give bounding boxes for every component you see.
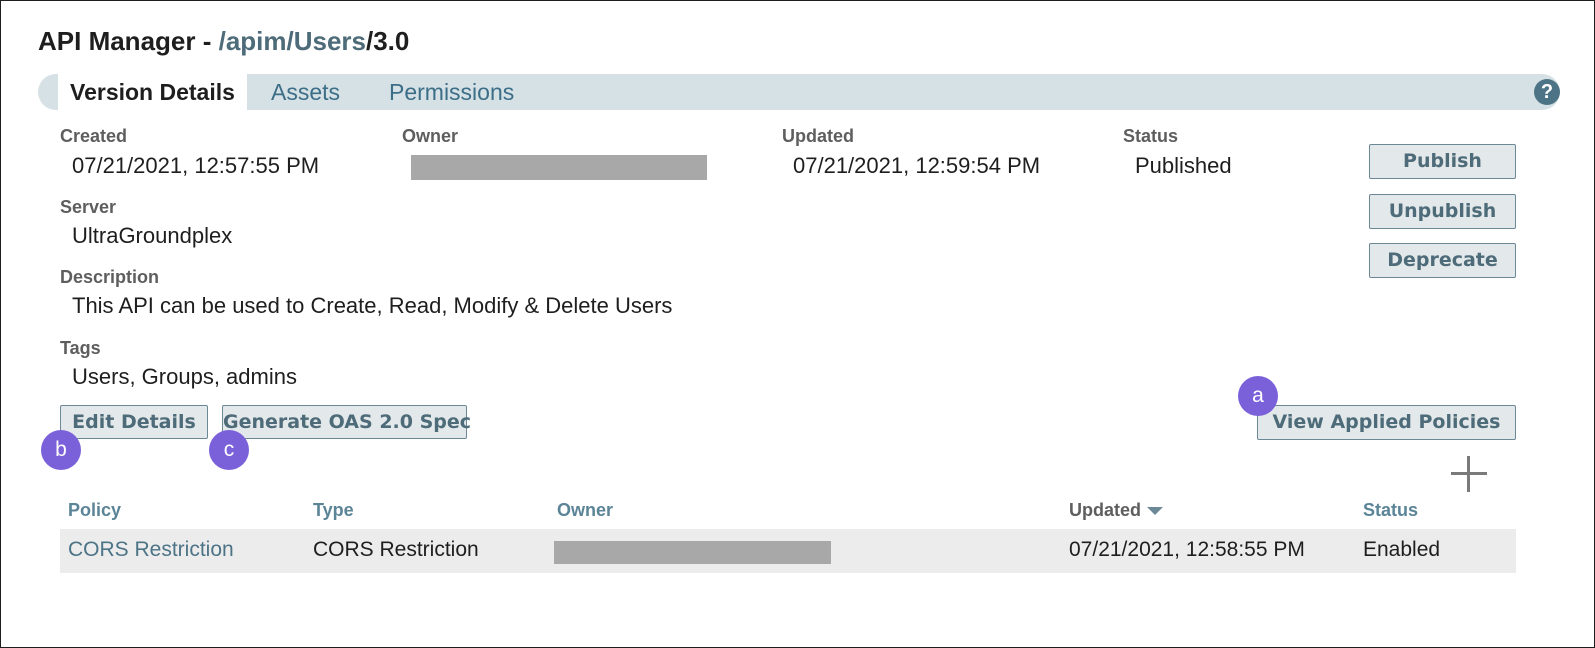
policy-updated: 07/21/2021, 12:58:55 PM: [1069, 538, 1305, 561]
created-label: Created: [60, 126, 128, 146]
created-value: 07/21/2021, 12:57:55 PM: [72, 153, 320, 178]
owner-label: Owner: [402, 126, 459, 146]
callout-badge-c: c: [209, 430, 249, 470]
policy-status: Enabled: [1363, 538, 1441, 561]
tab-permissions[interactable]: Permissions: [389, 74, 514, 110]
column-header-policy[interactable]: Policy: [68, 500, 121, 521]
status-value: Published: [1135, 153, 1232, 178]
tags-value: Users, Groups, admins: [72, 364, 297, 389]
updated-value: 07/21/2021, 12:59:54 PM: [793, 153, 1041, 178]
callout-badge-a: a: [1238, 376, 1278, 416]
column-header-type[interactable]: Type: [313, 500, 354, 521]
policy-type: CORS Restriction: [313, 538, 479, 561]
status-label: Status: [1123, 126, 1179, 146]
add-policy-plus-icon[interactable]: [1451, 456, 1487, 492]
publish-button[interactable]: Publish: [1369, 144, 1516, 179]
deprecate-button[interactable]: Deprecate: [1369, 243, 1516, 278]
generate-oas-spec-button[interactable]: Generate OAS 2.0 Spec: [222, 405, 471, 439]
server-label: Server: [60, 197, 117, 217]
title-path-link[interactable]: /apim/Users: [219, 26, 366, 56]
description-label: Description: [60, 267, 160, 287]
title-version: /3.0: [366, 26, 410, 56]
column-header-updated[interactable]: Updated: [1069, 500, 1163, 521]
page-title: API Manager - /apim/Users/3.0: [38, 26, 409, 57]
title-prefix: API Manager -: [38, 26, 219, 56]
sort-descending-icon: [1147, 507, 1163, 516]
column-header-updated-label: Updated: [1069, 500, 1141, 520]
owner-redacted: [411, 155, 707, 180]
tags-label: Tags: [60, 338, 101, 358]
unpublish-button[interactable]: Unpublish: [1369, 194, 1516, 229]
policy-owner-redacted: [554, 541, 831, 564]
help-icon[interactable]: ?: [1534, 79, 1560, 105]
tab-bar: Version Details Assets Permissions ?: [38, 74, 1560, 114]
view-applied-policies-button[interactable]: View Applied Policies: [1257, 405, 1516, 440]
callout-badge-b: b: [41, 430, 81, 470]
policy-name-link[interactable]: CORS Restriction: [68, 538, 234, 562]
updated-label: Updated: [782, 126, 854, 146]
edit-details-button[interactable]: Edit Details: [60, 405, 208, 439]
server-value: UltraGroundplex: [72, 223, 233, 248]
column-header-status[interactable]: Status: [1363, 500, 1418, 521]
tab-version-details[interactable]: Version Details: [58, 74, 247, 114]
column-header-owner[interactable]: Owner: [557, 500, 613, 521]
tab-assets[interactable]: Assets: [271, 74, 340, 110]
description-value: This API can be used to Create, Read, Mo…: [72, 293, 673, 318]
